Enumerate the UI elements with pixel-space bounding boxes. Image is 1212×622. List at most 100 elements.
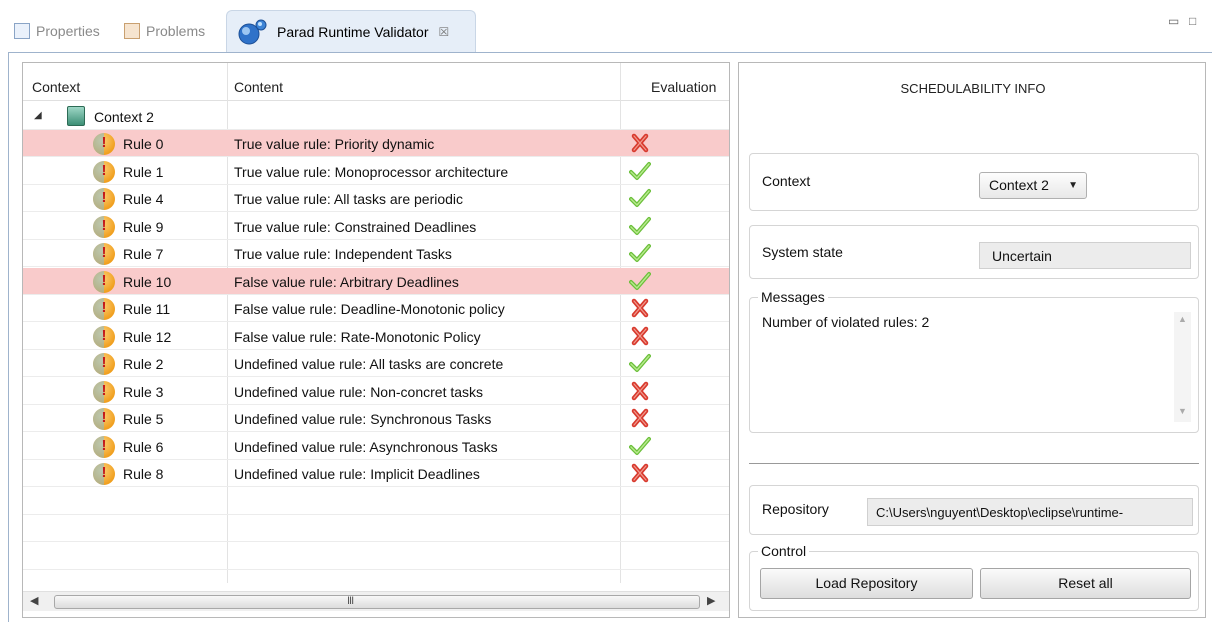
context-select[interactable]: Context 2 ▼ — [979, 172, 1087, 199]
cross-icon — [629, 298, 651, 318]
check-icon — [629, 271, 651, 291]
horizontal-scrollbar[interactable]: ◀ III ▶ — [23, 591, 729, 611]
rule-cell: Rule 6 — [93, 435, 163, 458]
load-repository-button[interactable]: Load Repository — [760, 568, 973, 599]
view-tab-bar: Properties Problems Parad Runtime Valida… — [0, 0, 1212, 52]
cross-icon — [629, 408, 651, 428]
table-row[interactable]: Rule 2 Undefined value rule: All tasks ar… — [23, 350, 729, 377]
schedulability-panel: SCHEDULABILITY INFO Context Context 2 ▼ … — [738, 62, 1206, 618]
table-row[interactable]: Rule 8 Undefined value rule: Implicit Dea… — [23, 460, 729, 487]
rule-content-cell: True value rule: All tasks are periodic — [234, 191, 464, 207]
system-state-group: System state Uncertain — [749, 225, 1199, 279]
table-row[interactable]: Rule 5 Undefined value rule: Synchronous … — [23, 405, 729, 432]
table-row[interactable]: Rule 9 True value rule: Constrained Deadl… — [23, 213, 729, 240]
reset-all-button[interactable]: Reset all — [980, 568, 1191, 599]
context-select-value: Context 2 — [989, 177, 1049, 193]
schedulability-title: SCHEDULABILITY INFO — [900, 81, 1046, 96]
messages-legend: Messages — [758, 289, 828, 305]
check-icon — [629, 188, 651, 208]
repository-group: Repository C:\Users\nguyent\Desktop\ecli… — [749, 485, 1199, 535]
rule-warning-icon — [93, 298, 115, 320]
scroll-left-icon[interactable]: ◀ — [30, 594, 38, 607]
rule-warning-icon — [93, 160, 115, 183]
properties-icon — [14, 23, 30, 39]
separator — [749, 463, 1199, 464]
tab-problems-label: Problems — [146, 23, 206, 39]
tab-validator-label: Parad Runtime Validator — [277, 24, 429, 40]
rule-label: Rule 12 — [123, 328, 172, 345]
scroll-right-icon[interactable]: ▶ — [707, 594, 715, 607]
rule-label: Rule 3 — [123, 383, 164, 400]
table-row[interactable]: Rule 0 True value rule: Priority dynamic — [23, 130, 729, 157]
rule-warning-icon — [93, 188, 115, 210]
table-row[interactable]: Rule 11 False value rule: Deadline-Monoto… — [23, 295, 729, 322]
rule-cell: Rule 5 — [93, 408, 163, 430]
scrollbar-thumb[interactable]: III — [54, 595, 700, 609]
rule-cell: Rule 11 — [93, 298, 170, 320]
close-tab-icon[interactable]: ☒ — [438, 25, 449, 39]
collapse-arrow-icon[interactable]: ◢ — [34, 110, 42, 121]
problems-icon — [124, 23, 140, 39]
table-row[interactable]: Rule 12 False value rule: Rate-Monotonic … — [23, 323, 729, 350]
check-icon — [629, 243, 651, 263]
cross-icon — [629, 381, 651, 401]
scrollbar-grip: III — [347, 595, 354, 607]
messages-text[interactable]: Number of violated rules: 2 — [762, 314, 929, 330]
rule-content-cell: True value rule: Priority dynamic — [234, 136, 435, 152]
check-icon — [629, 353, 651, 373]
validator-icon — [235, 19, 269, 45]
cross-icon — [629, 133, 651, 153]
maximize-icon[interactable]: □ — [1189, 14, 1196, 28]
column-header-context[interactable]: Context — [32, 79, 80, 95]
rule-content-cell: False value rule: Deadline-Monotonic pol… — [234, 301, 505, 317]
control-group: Control Load Repository Reset all — [749, 543, 1199, 611]
rule-content-cell: Undefined value rule: All tasks are conc… — [234, 356, 504, 372]
rule-warning-icon — [93, 243, 115, 265]
column-header-evaluation[interactable]: Evaluation — [651, 79, 716, 95]
system-state-value: Uncertain — [979, 242, 1191, 269]
table-row[interactable]: Rule 7 True value rule: Independent Tasks — [23, 240, 729, 267]
tab-parad-runtime-validator[interactable]: Parad Runtime Validator ☒ — [226, 10, 476, 52]
scroll-up-icon[interactable]: ▲ — [1178, 314, 1187, 324]
table-row[interactable]: Rule 3 Undefined value rule: Non-concret … — [23, 378, 729, 405]
table-row[interactable]: Rule 1 True value rule: Monoprocessor arc… — [23, 158, 729, 185]
rule-label: Rule 2 — [123, 356, 164, 372]
cross-icon — [629, 463, 651, 483]
empty-row — [23, 515, 729, 542]
table-row[interactable]: Rule 6 Undefined value rule: Asynchronous… — [23, 433, 729, 460]
scroll-down-icon[interactable]: ▼ — [1178, 406, 1187, 416]
rule-content-cell: Undefined value rule: Synchronous Tasks — [234, 411, 492, 427]
table-row[interactable]: Rule 4 True value rule: All tasks are per… — [23, 185, 729, 212]
rule-label: Rule 1 — [123, 163, 164, 180]
context-label: Context — [762, 173, 811, 189]
rule-warning-icon — [93, 353, 115, 375]
tree-context-node[interactable]: ◢ Context 2 — [23, 103, 729, 130]
rules-table[interactable]: Context Content Evaluation ◢ Context 2 R… — [22, 62, 730, 618]
rule-warning-icon — [93, 408, 115, 430]
system-state-label: System state — [762, 244, 843, 260]
tab-properties-label: Properties — [36, 23, 100, 39]
rule-content-cell: Undefined value rule: Asynchronous Tasks — [234, 438, 498, 455]
messages-scrollbar[interactable]: ▲ ▼ — [1174, 312, 1191, 422]
rule-cell: Rule 9 — [93, 215, 163, 238]
context-group: Context Context 2 ▼ — [749, 153, 1199, 211]
rule-label: Rule 7 — [123, 246, 164, 262]
rule-label: Rule 0 — [123, 136, 164, 152]
rule-cell: Rule 8 — [93, 463, 163, 485]
repository-path-field[interactable]: C:\Users\nguyent\Desktop\eclipse\runtime… — [867, 498, 1193, 526]
rule-label: Rule 4 — [123, 191, 164, 207]
rule-cell: Rule 10 — [93, 270, 172, 293]
column-header-content[interactable]: Content — [234, 79, 283, 95]
rule-label: Rule 8 — [123, 466, 164, 482]
check-icon — [629, 436, 651, 456]
rule-content-cell: False value rule: Arbitrary Deadlines — [234, 273, 459, 290]
messages-group: Messages Number of violated rules: 2 ▲ ▼ — [749, 289, 1199, 433]
tab-problems[interactable]: Problems — [124, 18, 205, 44]
table-row[interactable]: Rule 10 False value rule: Arbitrary Deadl… — [23, 267, 729, 295]
tab-properties[interactable]: Properties — [14, 18, 100, 44]
control-legend: Control — [758, 543, 810, 559]
minimize-icon[interactable]: ▭ — [1168, 14, 1179, 28]
rule-label: Rule 10 — [123, 273, 172, 290]
rule-cell: Rule 4 — [93, 188, 163, 210]
rule-cell: Rule 3 — [93, 380, 164, 403]
